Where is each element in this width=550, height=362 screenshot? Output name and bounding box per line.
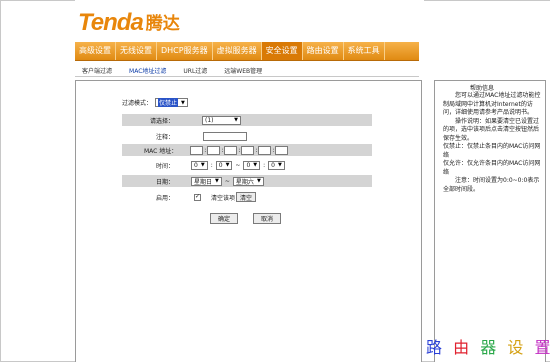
- ok-button[interactable]: 确定: [210, 213, 239, 224]
- chevron-down-icon: ▼: [215, 178, 219, 184]
- chevron-down-icon: ▼: [200, 162, 205, 168]
- mac-octet-5-input[interactable]: [258, 145, 272, 155]
- clear-button[interactable]: 清空: [236, 192, 257, 202]
- watermark-char: 器: [480, 338, 500, 357]
- enable-label: 启用：: [156, 194, 175, 202]
- nav-item-dhcp[interactable]: DHCP服务器: [157, 42, 213, 60]
- mac-octet-6-input[interactable]: [275, 145, 289, 155]
- enable-row: 启用： ✓ 清空该项 清空: [122, 191, 372, 203]
- subnav-divider: [75, 76, 419, 77]
- select-entry-label: 请选择：: [150, 117, 175, 125]
- nav-item-wireless[interactable]: 无线设置: [116, 42, 157, 60]
- entry-select-value: (1): [205, 116, 214, 124]
- time-start-hour-select[interactable]: 0 ▼: [191, 160, 208, 170]
- date-row: 日期： 星期日 ▼ ~ 星期六 ▼: [122, 175, 372, 187]
- filter-mode-select[interactable]: 仅禁止 ▼: [155, 98, 188, 107]
- select-entry-row: 请选择： (1) ▼: [122, 114, 372, 126]
- chevron-down-icon: ▼: [181, 99, 185, 106]
- clear-item-label: 清空该项: [211, 194, 236, 202]
- watermark: 路 由 器 设 置: [426, 334, 550, 358]
- mac-octet-3-input[interactable]: [224, 145, 238, 155]
- help-line: 仅禁止：仅禁止条目内的MAC访问网络: [443, 143, 541, 159]
- mac-row: MAC 地址： : : : : :: [122, 144, 372, 156]
- time-start-minute-select[interactable]: 0 ▼: [215, 160, 233, 170]
- time-end-hour-select[interactable]: 0 ▼: [243, 160, 261, 170]
- nav-item-system-tools[interactable]: 系统工具: [344, 42, 385, 60]
- filter-mode-value: 仅禁止: [158, 98, 179, 107]
- watermark-char: 设: [507, 338, 527, 357]
- logo-text: Tenda: [78, 9, 144, 36]
- help-line: 注意：时间设置为0:0~0:0表示全部时间段。: [443, 177, 540, 193]
- enable-checkbox[interactable]: ✓: [194, 193, 202, 201]
- watermark-char: 由: [453, 338, 473, 357]
- date-from-select[interactable]: 星期日 ▼: [191, 176, 222, 186]
- help-title: 帮助信息: [470, 85, 495, 92]
- subnav-item-client-filter[interactable]: 客户端过滤: [82, 66, 112, 75]
- help-line: 仅允许：仅允许条目内的MAC访问网络: [443, 160, 541, 176]
- help-line: 操作说明：如果要清空已设置过的项，选中该项后点击清空按钮然后保存生效。: [443, 117, 540, 142]
- main-nav: 高级设置 无线设置 DHCP服务器 虚拟服务器 安全设置 路由设置 系统工具: [75, 42, 419, 61]
- logo-chinese-text: 腾达: [145, 14, 180, 34]
- nav-item-routing[interactable]: 路由设置: [303, 42, 344, 60]
- filter-mode-label: 过滤模式：: [122, 100, 153, 107]
- time-end-minute-select[interactable]: 0 ▼: [268, 160, 285, 170]
- watermark-char: 路: [426, 338, 446, 357]
- help-line: 您可以通过MAC地址过滤功能控制局域网中计算机对Internet的访问，详细使用…: [443, 92, 541, 116]
- nav-item-security[interactable]: 安全设置: [261, 42, 303, 60]
- nav-item-advanced[interactable]: 高级设置: [75, 42, 116, 60]
- help-text: 您可以通过MAC地址过滤功能控制局域网中计算机对Internet的访问，详细使用…: [443, 92, 541, 194]
- note-row: 注释：: [122, 130, 372, 142]
- entry-select[interactable]: (1) ▼: [202, 115, 242, 125]
- date-to-select[interactable]: 星期六 ▼: [232, 176, 264, 186]
- mac-octet-1-input[interactable]: [190, 145, 204, 155]
- mac-octet-2-input[interactable]: [207, 145, 221, 155]
- tenda-logo: Tenda 腾达: [78, 6, 180, 36]
- mac-label: MAC 地址：: [144, 147, 178, 155]
- cancel-button[interactable]: 取消: [253, 213, 282, 224]
- time-row: 时间： 0 ▼ : 0 ▼ ~ 0 ▼ : 0 ▼: [122, 159, 372, 171]
- chevron-down-icon: ▼: [234, 117, 239, 123]
- chevron-down-icon: ▼: [253, 162, 258, 168]
- action-buttons: 确定 取消: [210, 213, 282, 224]
- chevron-down-icon: ▼: [225, 162, 230, 168]
- filter-mode-row: 过滤模式： 仅禁止 ▼: [122, 98, 188, 107]
- chevron-down-icon: ▼: [278, 162, 282, 168]
- subnav-item-remote-web[interactable]: 远端WEB管理: [224, 66, 262, 75]
- subnav-item-url-filter[interactable]: URL过滤: [183, 66, 207, 75]
- subnav-item-mac-filter[interactable]: MAC地址过滤: [129, 66, 166, 75]
- date-label: 日期：: [156, 178, 175, 186]
- mac-octet-4-input[interactable]: [241, 145, 255, 155]
- note-label: 注释：: [156, 133, 175, 141]
- time-label: 时间：: [156, 162, 175, 170]
- nav-item-virtual-server[interactable]: 虚拟服务器: [213, 42, 262, 60]
- watermark-char: 置: [534, 338, 550, 357]
- chevron-down-icon: ▼: [256, 178, 261, 184]
- note-input[interactable]: [203, 131, 248, 141]
- sub-nav: 客户端过滤 MAC地址过滤 URL过滤 远端WEB管理: [82, 66, 279, 75]
